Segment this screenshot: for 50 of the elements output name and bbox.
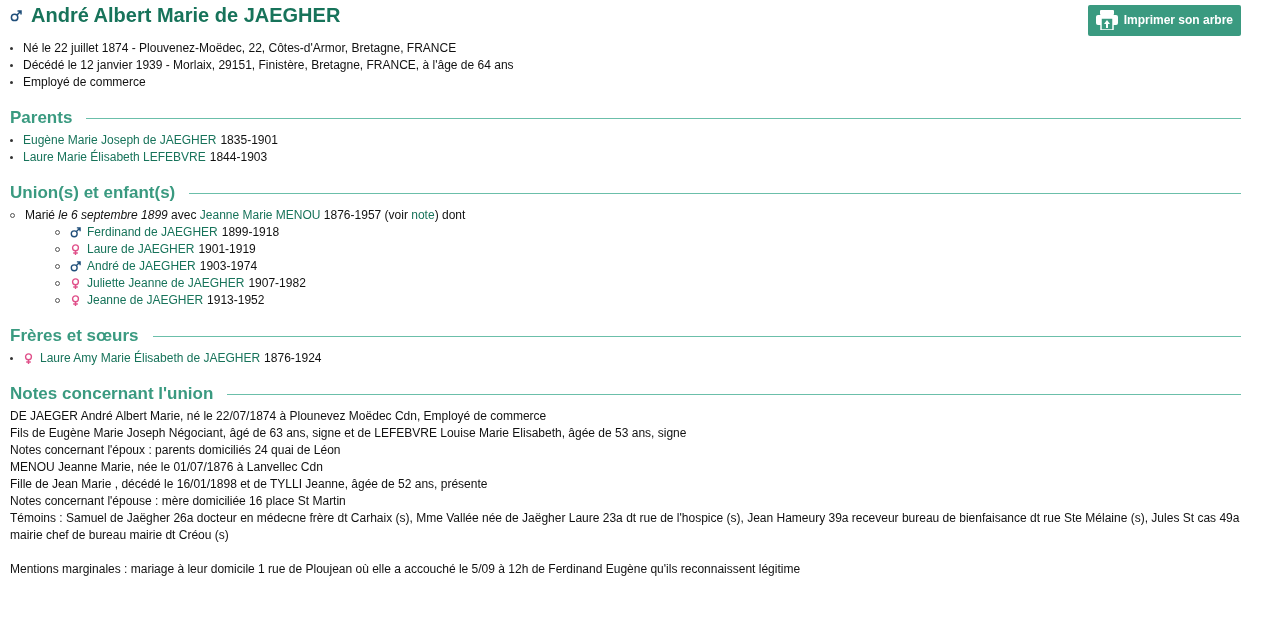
printer-icon <box>1095 10 1118 30</box>
note-text: Notes concernant l'épouse : mère domiciliée 16 place St Martin <box>10 493 347 510</box>
male-symbol-icon <box>10 9 22 22</box>
note-text: Fille de Jean Marie , décédé le 16/01/1898 et de TYLLI Jeanne, âgée de 52 ans, présente <box>10 476 489 493</box>
note-text: MENOU Jeanne Marie, née le 01/07/1876 à Lanvellec Cdn <box>10 459 324 476</box>
fact-text: Né le 22 juillet 1874 - Plouvenez-Moëdec, 22, Côtes-d'Armor, Bretagne, FRANCE <box>23 40 457 57</box>
print-tree-button[interactable]: Imprimer son arbre <box>1087 5 1241 36</box>
bullet-icon <box>10 156 13 159</box>
years-text: 1899-1918 <box>221 224 280 241</box>
section-heading: Union(s) et enfant(s) <box>10 183 176 203</box>
fact-text: Employé de commerce <box>23 74 146 91</box>
note-text: DE JAEGER André Albert Marie, né le 22/07/1874 à Plounevez Moëdec Cdn, Employé de commerce <box>10 408 548 425</box>
note-text: Fils de Eugène Marie Joseph Négociant, âgé de 63 ans, signe et de LEFEBVRE Louise Marie Elisabeth, âgée de 53 ans, signe <box>10 425 688 442</box>
person-link[interactable]: Eugène Marie Joseph de JAEGHER <box>23 132 217 149</box>
person-link[interactable]: Juliette Jeanne de JAEGHER <box>87 275 245 292</box>
bullet-icon <box>10 357 13 360</box>
person-link[interactable]: André de JAEGHER <box>87 258 196 275</box>
person-link[interactable]: Laure Marie Élisabeth LEFEBVRE <box>23 149 206 166</box>
years-text: 1835-1901 <box>220 132 278 149</box>
person-link[interactable]: Laure de JAEGHER <box>87 241 195 258</box>
years-text: 1903-1974 <box>199 258 258 275</box>
note-text: Témoins : Samuel de Jaëgher 26a docteur en médecne frère dt Carhaix (s), Mme Vallée née de Jaëgher Laure 23a dt rue de l'hospice (s), Jean Hameury 39a receveur bureau de bienfaisance dt rue Ste Mélaine (s), Jules St cas 49a mairie chef de bureau mairie dt Créou (s) <box>10 510 1241 544</box>
years-text: 1876-1924 <box>264 350 322 367</box>
bullet-icon <box>10 47 13 50</box>
marriage-text: Marié le 6 septembre 1899 avec Jeanne Marie MENOU 1876-1957 (voir note) dont <box>25 207 466 224</box>
person-link[interactable]: Laure Amy Marie Élisabeth de JAEGHER <box>40 350 261 367</box>
spouse-link[interactable]: Jeanne Marie MENOU <box>199 208 321 222</box>
female-symbol-icon <box>70 244 81 255</box>
note-text: Mentions marginales : mariage à leur domicile 1 rue de Ploujean où elle a accouché le 5/09 à 12h de Ferdinand Eugène qu'ils reconnaissent légitime <box>10 561 802 578</box>
years-text: 1913-1952 <box>207 292 265 309</box>
person-link[interactable]: Ferdinand de JAEGHER <box>87 224 218 241</box>
years-text: 1844-1903 <box>209 149 268 166</box>
section-heading: Frères et sœurs <box>10 326 139 346</box>
bullet-icon <box>10 139 13 142</box>
section-heading: Parents <box>10 108 73 128</box>
years-text: 1901-1919 <box>198 241 256 258</box>
note-link[interactable]: note <box>411 208 435 222</box>
years-text: 1907-1982 <box>248 275 306 292</box>
male-symbol-icon <box>70 227 81 238</box>
fact-text: Décédé le 12 janvier 1939 - Morlaix, 29151, Finistère, Bretagne, FRANCE, à l'âge de 64 ans <box>23 57 514 74</box>
male-symbol-icon <box>70 261 81 272</box>
section-heading: Notes concernant l'union <box>10 384 214 404</box>
bullet-icon <box>10 64 13 67</box>
female-symbol-icon <box>23 353 34 364</box>
bullet-icon <box>10 81 13 84</box>
note-text: Notes concernant l'époux : parents domiciliés 24 quai de Léon <box>10 442 342 459</box>
person-link[interactable]: Jeanne de JAEGHER <box>87 292 204 309</box>
person-name: André Albert Marie de JAEGHER <box>31 4 341 27</box>
female-symbol-icon <box>70 295 81 306</box>
female-symbol-icon <box>70 278 81 289</box>
